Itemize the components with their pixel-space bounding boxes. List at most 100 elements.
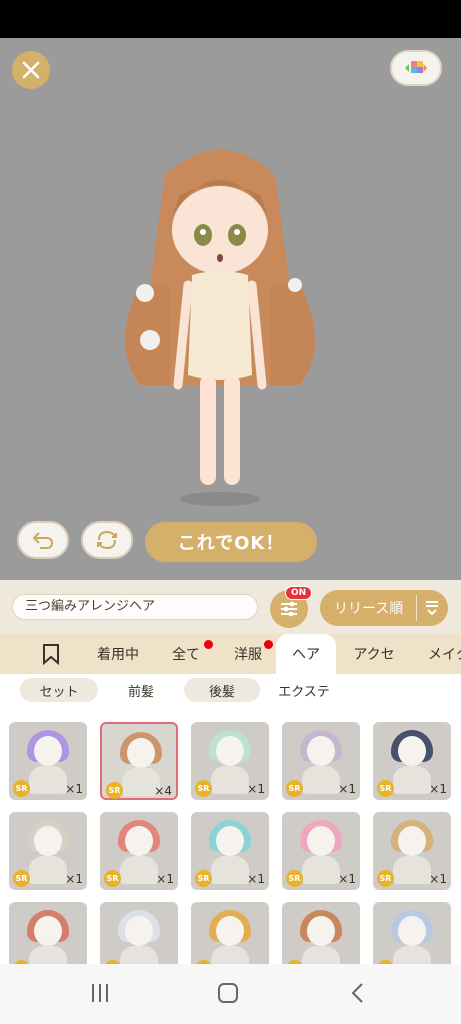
mannequin-face: [307, 826, 335, 856]
mannequin-face: [34, 916, 62, 946]
item-tile[interactable]: SR ×4: [100, 722, 178, 800]
tab-hair[interactable]: ヘア: [276, 634, 336, 674]
item-quantity: ×1: [338, 872, 356, 886]
subtab-bangs[interactable]: 前髪: [104, 678, 178, 702]
mannequin-body: [393, 766, 431, 794]
mannequin-face: [307, 736, 335, 766]
item-tile[interactable]: SR ×1: [282, 812, 360, 890]
mannequin-face: [34, 826, 62, 856]
item-quantity: ×1: [247, 872, 265, 886]
mannequin-body: [302, 766, 340, 794]
item-tile[interactable]: SR ×1: [282, 722, 360, 800]
mannequin-face: [216, 736, 244, 766]
tab-wearing[interactable]: 着用中: [88, 634, 148, 674]
mannequin-body: [29, 946, 67, 964]
mannequin-body: [29, 766, 67, 794]
subtab-extensions[interactable]: エクステ: [266, 678, 342, 702]
tab-all-notification-dot: [204, 640, 213, 649]
mannequin-face: [398, 826, 426, 856]
rarity-badge: SR: [13, 780, 30, 797]
item-tile[interactable]: SR ×1: [100, 812, 178, 890]
sort-divider: [416, 595, 417, 621]
item-quantity: ×1: [247, 782, 265, 796]
back-button[interactable]: [338, 978, 378, 1008]
mannequin-face: [398, 916, 426, 946]
item-quantity: ×1: [429, 782, 447, 796]
mannequin-face: [34, 736, 62, 766]
mannequin-body: [211, 946, 249, 964]
palette-button[interactable]: [390, 50, 442, 86]
rarity-badge: SR: [377, 870, 394, 887]
item-tile[interactable]: SR ×1: [373, 812, 451, 890]
mannequin-face: [125, 916, 153, 946]
undo-button[interactable]: [17, 521, 69, 559]
mannequin-face: [127, 738, 155, 768]
character-preview: [125, 150, 315, 506]
mannequin-face: [216, 916, 244, 946]
mannequin-body: [120, 946, 158, 964]
mannequin-body: [393, 856, 431, 884]
item-tile[interactable]: SR: [100, 902, 178, 964]
tab-bookmark[interactable]: [30, 634, 72, 674]
rotate-button[interactable]: [81, 521, 133, 559]
item-quantity: ×1: [338, 782, 356, 796]
filter-on-badge: ON: [285, 586, 313, 600]
item-tile[interactable]: SR ×1: [9, 812, 87, 890]
rarity-badge: SR: [195, 870, 212, 887]
item-quantity: ×4: [154, 784, 172, 798]
item-tile[interactable]: SR ×1: [191, 812, 269, 890]
mannequin-face: [125, 826, 153, 856]
rarity-badge: SR: [286, 780, 303, 797]
palette-icon: [405, 61, 427, 73]
tab-all[interactable]: 全て: [160, 634, 212, 674]
rarity-badge: SR: [377, 780, 394, 797]
rarity-badge: SR: [104, 870, 121, 887]
close-button[interactable]: [12, 51, 50, 89]
item-quantity: ×1: [65, 782, 83, 796]
mannequin-face: [307, 916, 335, 946]
item-tile[interactable]: SR: [191, 902, 269, 964]
item-quantity: ×1: [156, 872, 174, 886]
tab-makeup[interactable]: メイク: [420, 634, 461, 674]
bookmark-icon: [43, 644, 59, 665]
item-quantity: ×1: [429, 872, 447, 886]
item-tile[interactable]: SR ×1: [9, 722, 87, 800]
mannequin-body: [120, 856, 158, 884]
rarity-badge: SR: [195, 780, 212, 797]
confirm-ok-button[interactable]: これでOK！: [145, 522, 317, 562]
item-quantity: ×1: [65, 872, 83, 886]
mannequin-body: [211, 856, 249, 884]
sort-order-icon: [426, 601, 438, 616]
home-icon: [218, 983, 238, 1003]
mannequin-face: [216, 826, 244, 856]
subtab-set[interactable]: セット: [20, 678, 98, 702]
mannequin-body: [29, 856, 67, 884]
rotate-icon: [97, 530, 117, 550]
rarity-badge: SR: [286, 870, 303, 887]
sliders-icon: [281, 601, 297, 617]
sort-label: リリース順: [334, 601, 404, 617]
mannequin-body: [302, 856, 340, 884]
item-tile[interactable]: SR: [373, 902, 451, 964]
item-tile[interactable]: SR ×1: [191, 722, 269, 800]
item-grid: SR ×1 SR ×4 SR ×1 SR ×1 SR ×1 SR ×1 SR ×1 SR ×1 SR ×1 SR ×1…: [0, 708, 461, 964]
undo-icon: [32, 532, 54, 549]
mannequin-body: [302, 946, 340, 964]
recents-button[interactable]: [80, 978, 120, 1008]
home-button[interactable]: [208, 978, 248, 1008]
tab-makeup-label: メイク: [428, 647, 461, 663]
item-tile[interactable]: SR ×1: [373, 722, 451, 800]
recents-icon: [92, 984, 108, 1002]
mannequin-body: [393, 946, 431, 964]
back-icon: [351, 983, 363, 1003]
rarity-badge: SR: [106, 782, 123, 799]
subtab-back-hair[interactable]: 後髪: [184, 678, 260, 702]
item-name-field[interactable]: 三つ編みアレンジヘア: [12, 594, 258, 620]
mannequin-body: [211, 766, 249, 794]
item-tile[interactable]: SR: [282, 902, 360, 964]
item-tile[interactable]: SR: [9, 902, 87, 964]
sort-button[interactable]: リリース順: [320, 590, 448, 626]
status-bar: [0, 0, 461, 38]
tab-clothes-notification-dot: [264, 640, 273, 649]
tab-accessories[interactable]: アクセ: [342, 634, 406, 674]
